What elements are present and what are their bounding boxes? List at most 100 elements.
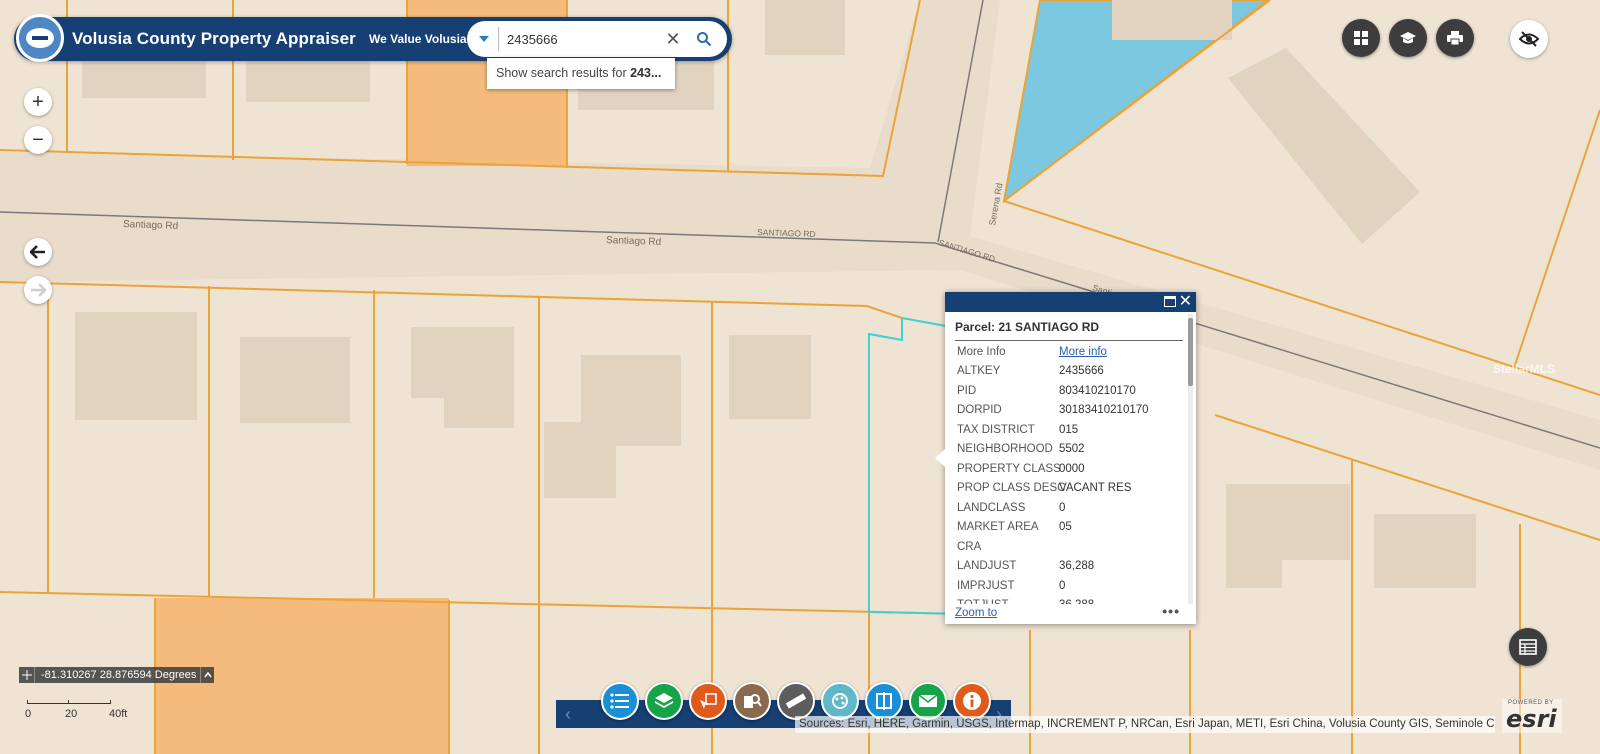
attribute-value: VACANT RES	[1059, 482, 1132, 495]
attribute-value: 0	[1059, 579, 1066, 592]
eye-off-icon	[1519, 31, 1539, 47]
layers-icon	[655, 693, 673, 708]
attribute-key: NEIGHBORHOOD	[957, 443, 1053, 456]
crosshair-icon[interactable]	[19, 667, 35, 683]
popup-row: PROP CLASS DESC VACANT RES	[945, 479, 1185, 499]
county-logo	[16, 14, 64, 62]
basemap-tool-button[interactable]	[821, 682, 859, 720]
watermark: StellarMLS	[1493, 362, 1556, 376]
query-tool-button[interactable]	[733, 682, 771, 720]
attribute-table-button[interactable]	[1509, 628, 1547, 666]
attribute-value: 5502	[1059, 443, 1085, 456]
attribute-value: 0	[1059, 501, 1066, 514]
popup-row: MARKET AREA 05	[945, 518, 1185, 538]
measure-icon	[785, 693, 807, 709]
attribute-key: TAX DISTRICT	[957, 423, 1035, 436]
coordinate-text: -81.310267 28.876594 Degrees	[41, 669, 197, 681]
arrow-left-icon	[30, 245, 45, 259]
road-label: SANTIAGO RD	[757, 227, 816, 239]
popup-row: ALTKEY 2435666	[945, 362, 1185, 382]
apps-button[interactable]	[1342, 19, 1380, 57]
popup-row: LANDCLASS 0	[945, 498, 1185, 518]
compare-tool-button[interactable]	[865, 682, 903, 720]
more-actions-icon[interactable]: •••	[1162, 603, 1180, 619]
popup-row: IMPRJUST 0	[945, 576, 1185, 596]
attribute-key: PROPERTY CLASS	[957, 462, 1061, 475]
select-parcel-tool-button[interactable]	[689, 682, 727, 720]
scale-label: 40ft	[109, 708, 128, 720]
close-icon[interactable]: ✕	[1179, 292, 1192, 312]
query-icon	[744, 694, 762, 708]
attribute-key: CRA	[957, 540, 982, 553]
print-button[interactable]	[1436, 19, 1474, 57]
toggle-visibility-button[interactable]	[1510, 20, 1548, 58]
help-button[interactable]	[1389, 19, 1427, 57]
attribute-value: 36,288	[1059, 560, 1095, 573]
print-icon	[1447, 31, 1463, 46]
zoom-out-button[interactable]: −	[24, 126, 52, 154]
layers-tool-button[interactable]	[645, 682, 683, 720]
scale-bar: 0 20 40ft	[25, 696, 135, 726]
popup-row: More Info More info	[945, 342, 1185, 362]
popup-row: DORPID 30183410210170	[945, 401, 1185, 421]
search-source-dropdown[interactable]	[473, 27, 495, 51]
popup-row: NEIGHBORHOOD 5502	[945, 440, 1185, 460]
next-extent-button[interactable]	[24, 276, 52, 304]
compare-icon	[876, 692, 892, 710]
popup-row: TAX DISTRICT 015	[945, 420, 1185, 440]
attribute-key: IMPRJUST	[957, 579, 1015, 592]
app-tagline: We Value Volusia!	[369, 32, 471, 46]
map-canvas[interactable]: Santiago Rd Santiago Rd SANTIAGO RD SANT…	[0, 0, 1600, 754]
search-icon	[697, 32, 712, 47]
clear-search-icon[interactable]: ✕	[663, 29, 683, 49]
popup-footer: Zoom to •••	[945, 603, 1196, 624]
road-label: Santiago Rd	[123, 219, 178, 232]
popup-row: PROPERTY CLASS 0000	[945, 459, 1185, 479]
zoom-to-link[interactable]: Zoom to	[955, 607, 997, 619]
list-tool-button[interactable]	[601, 682, 639, 720]
search-suggestion[interactable]: Show search results for 243...	[487, 58, 675, 89]
chevron-up-icon[interactable]	[200, 667, 214, 683]
grid-icon	[1354, 31, 1368, 45]
arrow-right-icon	[31, 283, 46, 297]
suggestion-prefix: Show search results for	[496, 66, 631, 80]
select-parcel-icon	[700, 693, 717, 709]
measure-tool-button[interactable]	[777, 682, 815, 720]
parcel-popup: ✕ Parcel: 21 SANTIAGO RD More Info More i…	[935, 292, 1196, 624]
email-icon	[918, 694, 938, 707]
popup-titlebar: ✕	[945, 292, 1196, 312]
attribute-key: DORPID	[957, 404, 1002, 417]
popup-row: CRA	[945, 537, 1185, 557]
search-separator	[498, 27, 499, 51]
attribute-value: 05	[1059, 521, 1072, 534]
popup-attributes[interactable]: More Info More info ALTKEY 2435666 PID 803410…	[945, 342, 1185, 604]
attribute-key: MARKET AREA	[957, 521, 1039, 534]
suggestion-term: 243...	[630, 66, 662, 80]
previous-extent-button[interactable]	[24, 238, 52, 266]
email-tool-button[interactable]	[909, 682, 947, 720]
maximize-icon[interactable]	[1164, 296, 1176, 307]
scale-label: 20	[65, 708, 78, 720]
attribute-value: 015	[1059, 423, 1079, 436]
popup-scroll-thumb[interactable]	[1188, 318, 1193, 386]
attribute-key: PROP CLASS DESC	[957, 482, 1066, 495]
attribute-value: 30183410210170	[1059, 404, 1149, 417]
attribute-value: 0000	[1059, 462, 1085, 475]
attribute-key: LANDCLASS	[957, 501, 1026, 514]
zoom-in-button[interactable]: +	[24, 88, 52, 116]
search-button[interactable]	[689, 26, 719, 52]
attribute-value: 2435666	[1059, 365, 1104, 378]
info-tool-button[interactable]	[953, 682, 991, 720]
more-info-link[interactable]: More info	[1059, 346, 1107, 358]
search-input[interactable]	[505, 28, 655, 50]
toolbar-prev-button[interactable]: ‹	[556, 700, 580, 728]
app-header: Volusia County Property Appraiser We Val…	[14, 14, 732, 62]
attribute-key: PID	[957, 384, 977, 397]
scale-line	[27, 700, 111, 704]
graduation-cap-icon	[1400, 32, 1416, 44]
attribute-key: ALTKEY	[957, 365, 1001, 378]
info-icon	[963, 692, 981, 710]
popup-title: Parcel: 21 SANTIAGO RD	[955, 320, 1183, 341]
app-title: Volusia County Property Appraiser	[72, 29, 356, 48]
popup-row: TOTJUST36,288	[945, 596, 1185, 604]
